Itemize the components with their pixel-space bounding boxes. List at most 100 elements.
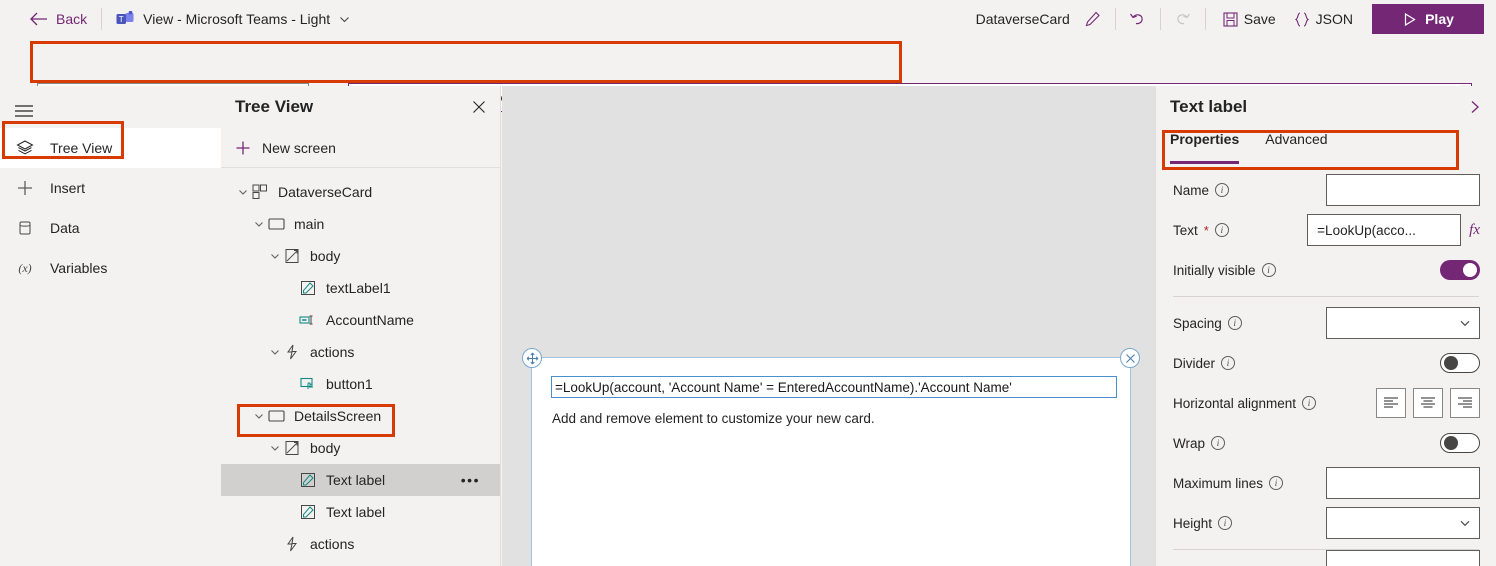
- tree-node-label: DetailsScreen: [294, 408, 382, 424]
- plus-icon: [14, 179, 36, 197]
- initially-visible-toggle[interactable]: [1440, 260, 1480, 280]
- divider-toggle[interactable]: [1440, 353, 1480, 373]
- new-screen-button[interactable]: New screen: [221, 128, 500, 168]
- properties-divider: [1173, 296, 1479, 297]
- next-property-input[interactable]: [1326, 550, 1480, 566]
- alignment-button-group: [1376, 388, 1480, 418]
- sidebar-item-label: Data: [50, 220, 80, 236]
- align-center-button[interactable]: [1413, 388, 1443, 418]
- chevron-down-icon[interactable]: [235, 187, 251, 197]
- chevron-down-icon[interactable]: [251, 411, 267, 421]
- tree-node-text-label-selected[interactable]: Text label •••: [221, 464, 500, 496]
- tree-node-accountname[interactable]: AccountName: [221, 304, 500, 336]
- info-icon[interactable]: i: [1269, 476, 1284, 490]
- document-name: DataverseCard: [975, 11, 1070, 27]
- chevron-down-icon[interactable]: [267, 347, 283, 357]
- sidebar-item-variables[interactable]: (x) Variables: [0, 248, 221, 288]
- header-divider-4: [1204, 8, 1206, 30]
- variables-icon: (x): [14, 259, 36, 277]
- info-icon[interactable]: i: [1261, 263, 1276, 277]
- tree-node-button1[interactable]: button1: [221, 368, 500, 400]
- align-left-button[interactable]: [1376, 388, 1406, 418]
- tree-node-label: textLabel1: [326, 280, 391, 296]
- close-icon[interactable]: [472, 100, 486, 114]
- spacing-select[interactable]: [1326, 307, 1480, 339]
- info-icon[interactable]: i: [1211, 436, 1226, 450]
- height-select[interactable]: [1326, 507, 1480, 539]
- tree-node-body[interactable]: body: [221, 240, 500, 272]
- left-rail: Tree View Insert Data (x) Variables: [0, 86, 221, 566]
- chevron-down-icon[interactable]: [251, 219, 267, 229]
- header-left-group: Back T View - Microsoft Teams - Light: [0, 0, 350, 38]
- close-circle-icon[interactable]: [1120, 348, 1140, 368]
- chevron-right-icon[interactable]: [1468, 99, 1482, 115]
- tree-node-main[interactable]: main: [221, 208, 500, 240]
- tab-advanced[interactable]: Advanced: [1265, 128, 1327, 161]
- property-control-height: [1326, 507, 1480, 539]
- property-control-partial: [1326, 550, 1480, 566]
- info-icon[interactable]: i: [1214, 223, 1229, 237]
- chevron-down-icon[interactable]: [267, 443, 283, 453]
- property-control-text: =LookUp(acco... fx: [1307, 214, 1480, 246]
- property-row-horizontal-alignment: Horizontal alignment i: [1156, 383, 1496, 423]
- tree-node-textlabel1[interactable]: textLabel1: [221, 272, 500, 304]
- tree-node-body-2[interactable]: body: [221, 432, 500, 464]
- property-label-text-field: Text * i: [1173, 223, 1229, 238]
- property-label-maximum-lines: Maximum lines i: [1173, 476, 1284, 491]
- sidebar-item-data[interactable]: Data: [0, 208, 221, 248]
- save-button[interactable]: Save: [1214, 5, 1285, 33]
- fx-icon[interactable]: fx: [1469, 222, 1480, 239]
- info-icon[interactable]: i: [1227, 316, 1242, 330]
- property-label-text: Name: [1173, 182, 1210, 198]
- sidebar-item-insert[interactable]: Insert: [0, 168, 221, 208]
- chevron-down-icon[interactable]: [267, 251, 283, 261]
- back-button[interactable]: Back: [30, 11, 87, 27]
- tree-node-dataversecard[interactable]: DataverseCard: [221, 176, 500, 208]
- hamburger-icon[interactable]: [0, 94, 48, 128]
- property-row-height: Height i: [1156, 503, 1496, 543]
- properties-tabs: Properties Advanced: [1156, 128, 1496, 164]
- chevron-down-icon: [339, 14, 350, 25]
- text-label-icon: [299, 504, 317, 520]
- sidebar-item-tree-view[interactable]: Tree View: [0, 128, 221, 168]
- wrap-toggle[interactable]: [1440, 433, 1480, 453]
- tree-node-more-options-icon[interactable]: •••: [461, 472, 480, 488]
- card-canvas: =LookUp(account, 'Account Name' = Entere…: [502, 86, 1155, 566]
- play-button[interactable]: Play: [1372, 4, 1484, 34]
- property-label-text: Horizontal alignment: [1173, 395, 1297, 411]
- property-row-divider: Divider i: [1156, 343, 1496, 383]
- pencil-icon[interactable]: [1079, 5, 1107, 33]
- property-label-initially-visible: Initially visible i: [1173, 263, 1276, 278]
- tree-node-actions-2[interactable]: actions: [221, 528, 500, 560]
- card-text-label-field[interactable]: =LookUp(account, 'Account Name' = Entere…: [551, 376, 1117, 398]
- app-title-dropdown[interactable]: T View - Microsoft Teams - Light: [116, 11, 350, 27]
- property-label-wrap: Wrap i: [1173, 435, 1226, 451]
- info-icon[interactable]: i: [1221, 356, 1236, 370]
- tree-node-label: AccountName: [326, 312, 414, 328]
- tab-properties[interactable]: Properties: [1170, 128, 1240, 164]
- move-handle-icon[interactable]: [522, 348, 542, 368]
- text-input-icon: [299, 313, 317, 327]
- name-input[interactable]: [1326, 174, 1480, 206]
- property-label-text: Wrap: [1173, 435, 1206, 451]
- info-icon[interactable]: i: [1218, 516, 1233, 530]
- tree-node-detailsscreen[interactable]: DetailsScreen: [221, 400, 500, 432]
- tree-node-text-label-2[interactable]: Text label: [221, 496, 500, 528]
- property-row-maximum-lines: Maximum lines i: [1156, 463, 1496, 503]
- properties-body: Name i Text * i =LookUp(acco... fx Initi…: [1156, 161, 1496, 566]
- card-preview[interactable]: =LookUp(account, 'Account Name' = Entere…: [522, 348, 1140, 566]
- tree-node-actions[interactable]: actions: [221, 336, 500, 368]
- info-icon[interactable]: i: [1302, 396, 1317, 410]
- actions-icon: [283, 536, 301, 552]
- align-right-button[interactable]: [1450, 388, 1480, 418]
- properties-title: Text label: [1170, 97, 1248, 116]
- json-button[interactable]: JSON: [1285, 5, 1362, 33]
- maximum-lines-input[interactable]: [1326, 467, 1480, 499]
- property-label-spacing: Spacing i: [1173, 316, 1242, 331]
- plus-icon: [235, 140, 251, 156]
- screen-icon: [267, 409, 285, 423]
- info-icon[interactable]: i: [1215, 183, 1230, 197]
- property-label-name: Name i: [1173, 182, 1230, 198]
- undo-icon[interactable]: [1124, 5, 1152, 33]
- text-formula-input[interactable]: =LookUp(acco...: [1307, 214, 1462, 246]
